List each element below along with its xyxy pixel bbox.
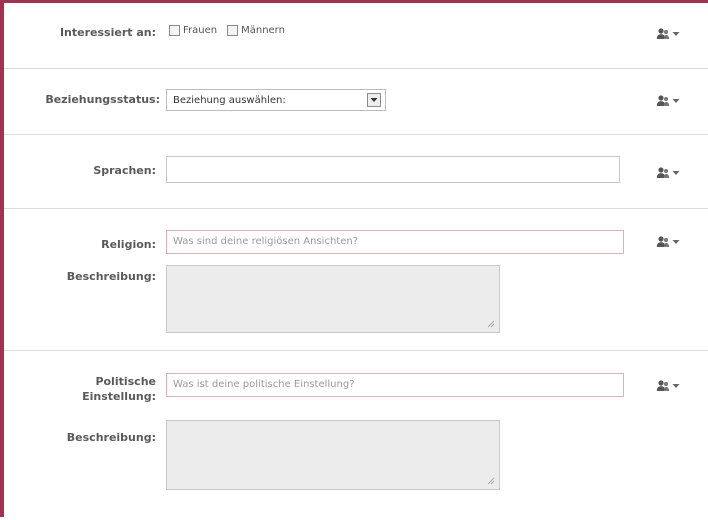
interested-in-label: Interessiert an:	[59, 26, 156, 39]
person-icon	[656, 236, 669, 247]
politics-label-line2: Einstellung:	[82, 390, 156, 403]
languages-label: Sprachen:	[93, 164, 156, 177]
politics-label-line1: Politische	[95, 375, 156, 388]
person-icon	[656, 167, 669, 178]
resize-handle-icon[interactable]	[487, 477, 495, 485]
chevron-down-icon	[370, 98, 378, 102]
privacy-selector-politics[interactable]	[656, 377, 686, 395]
religion-input[interactable]: Was sind deine religiösen Ansichten?	[166, 230, 624, 254]
checkbox-frauen-box[interactable]	[169, 25, 180, 36]
select-arrow-button[interactable]	[367, 93, 381, 107]
privacy-selector-languages[interactable]	[656, 164, 686, 182]
resize-handle-icon[interactable]	[487, 320, 495, 328]
languages-input[interactable]	[166, 156, 620, 183]
religion-label: Religion:	[101, 238, 156, 251]
section-interested-in: Interessiert an: Frauen Männern	[4, 3, 708, 69]
profile-edit-panel: Interessiert an: Frauen Männern Beziehun…	[0, 0, 708, 517]
person-icon	[656, 95, 669, 106]
section-relationship: Beziehungsstatus: Beziehung auswählen:	[4, 68, 708, 135]
chevron-down-icon	[672, 240, 680, 244]
politics-label: Politische Einstellung:	[4, 374, 156, 404]
interested-in-options: Frauen Männern	[169, 25, 295, 36]
privacy-selector-religion[interactable]	[656, 233, 686, 251]
checkbox-maennern-label: Männern	[241, 25, 285, 36]
privacy-selector-interested-in[interactable]	[656, 25, 686, 43]
relationship-select-value: Beziehung auswählen:	[173, 94, 286, 106]
person-icon	[656, 28, 669, 39]
chevron-down-icon	[672, 171, 680, 175]
relationship-label: Beziehungsstatus:	[45, 93, 160, 106]
section-languages: Sprachen:	[4, 134, 708, 209]
chevron-down-icon	[672, 32, 680, 36]
relationship-select[interactable]: Beziehung auswählen:	[166, 89, 386, 111]
person-icon	[656, 380, 669, 391]
politics-input[interactable]: Was ist deine politische Einstellung?	[166, 373, 624, 397]
religion-description-label: Beschreibung:	[66, 270, 156, 283]
politics-description-textarea[interactable]	[166, 420, 500, 490]
checkbox-frauen[interactable]: Frauen	[169, 25, 217, 36]
chevron-down-icon	[672, 384, 680, 388]
section-politics: Politische Einstellung: Was ist deine po…	[4, 350, 708, 520]
chevron-down-icon	[672, 99, 680, 103]
checkbox-maennern-box[interactable]	[227, 25, 239, 36]
checkbox-frauen-label: Frauen	[183, 25, 218, 36]
politics-description-label: Beschreibung:	[66, 431, 156, 444]
checkbox-maennern[interactable]: Männern	[227, 25, 285, 36]
privacy-selector-relationship[interactable]	[656, 92, 686, 110]
section-religion: Religion: Was sind deine religiösen Ansi…	[4, 208, 708, 351]
religion-description-textarea[interactable]	[166, 265, 500, 333]
